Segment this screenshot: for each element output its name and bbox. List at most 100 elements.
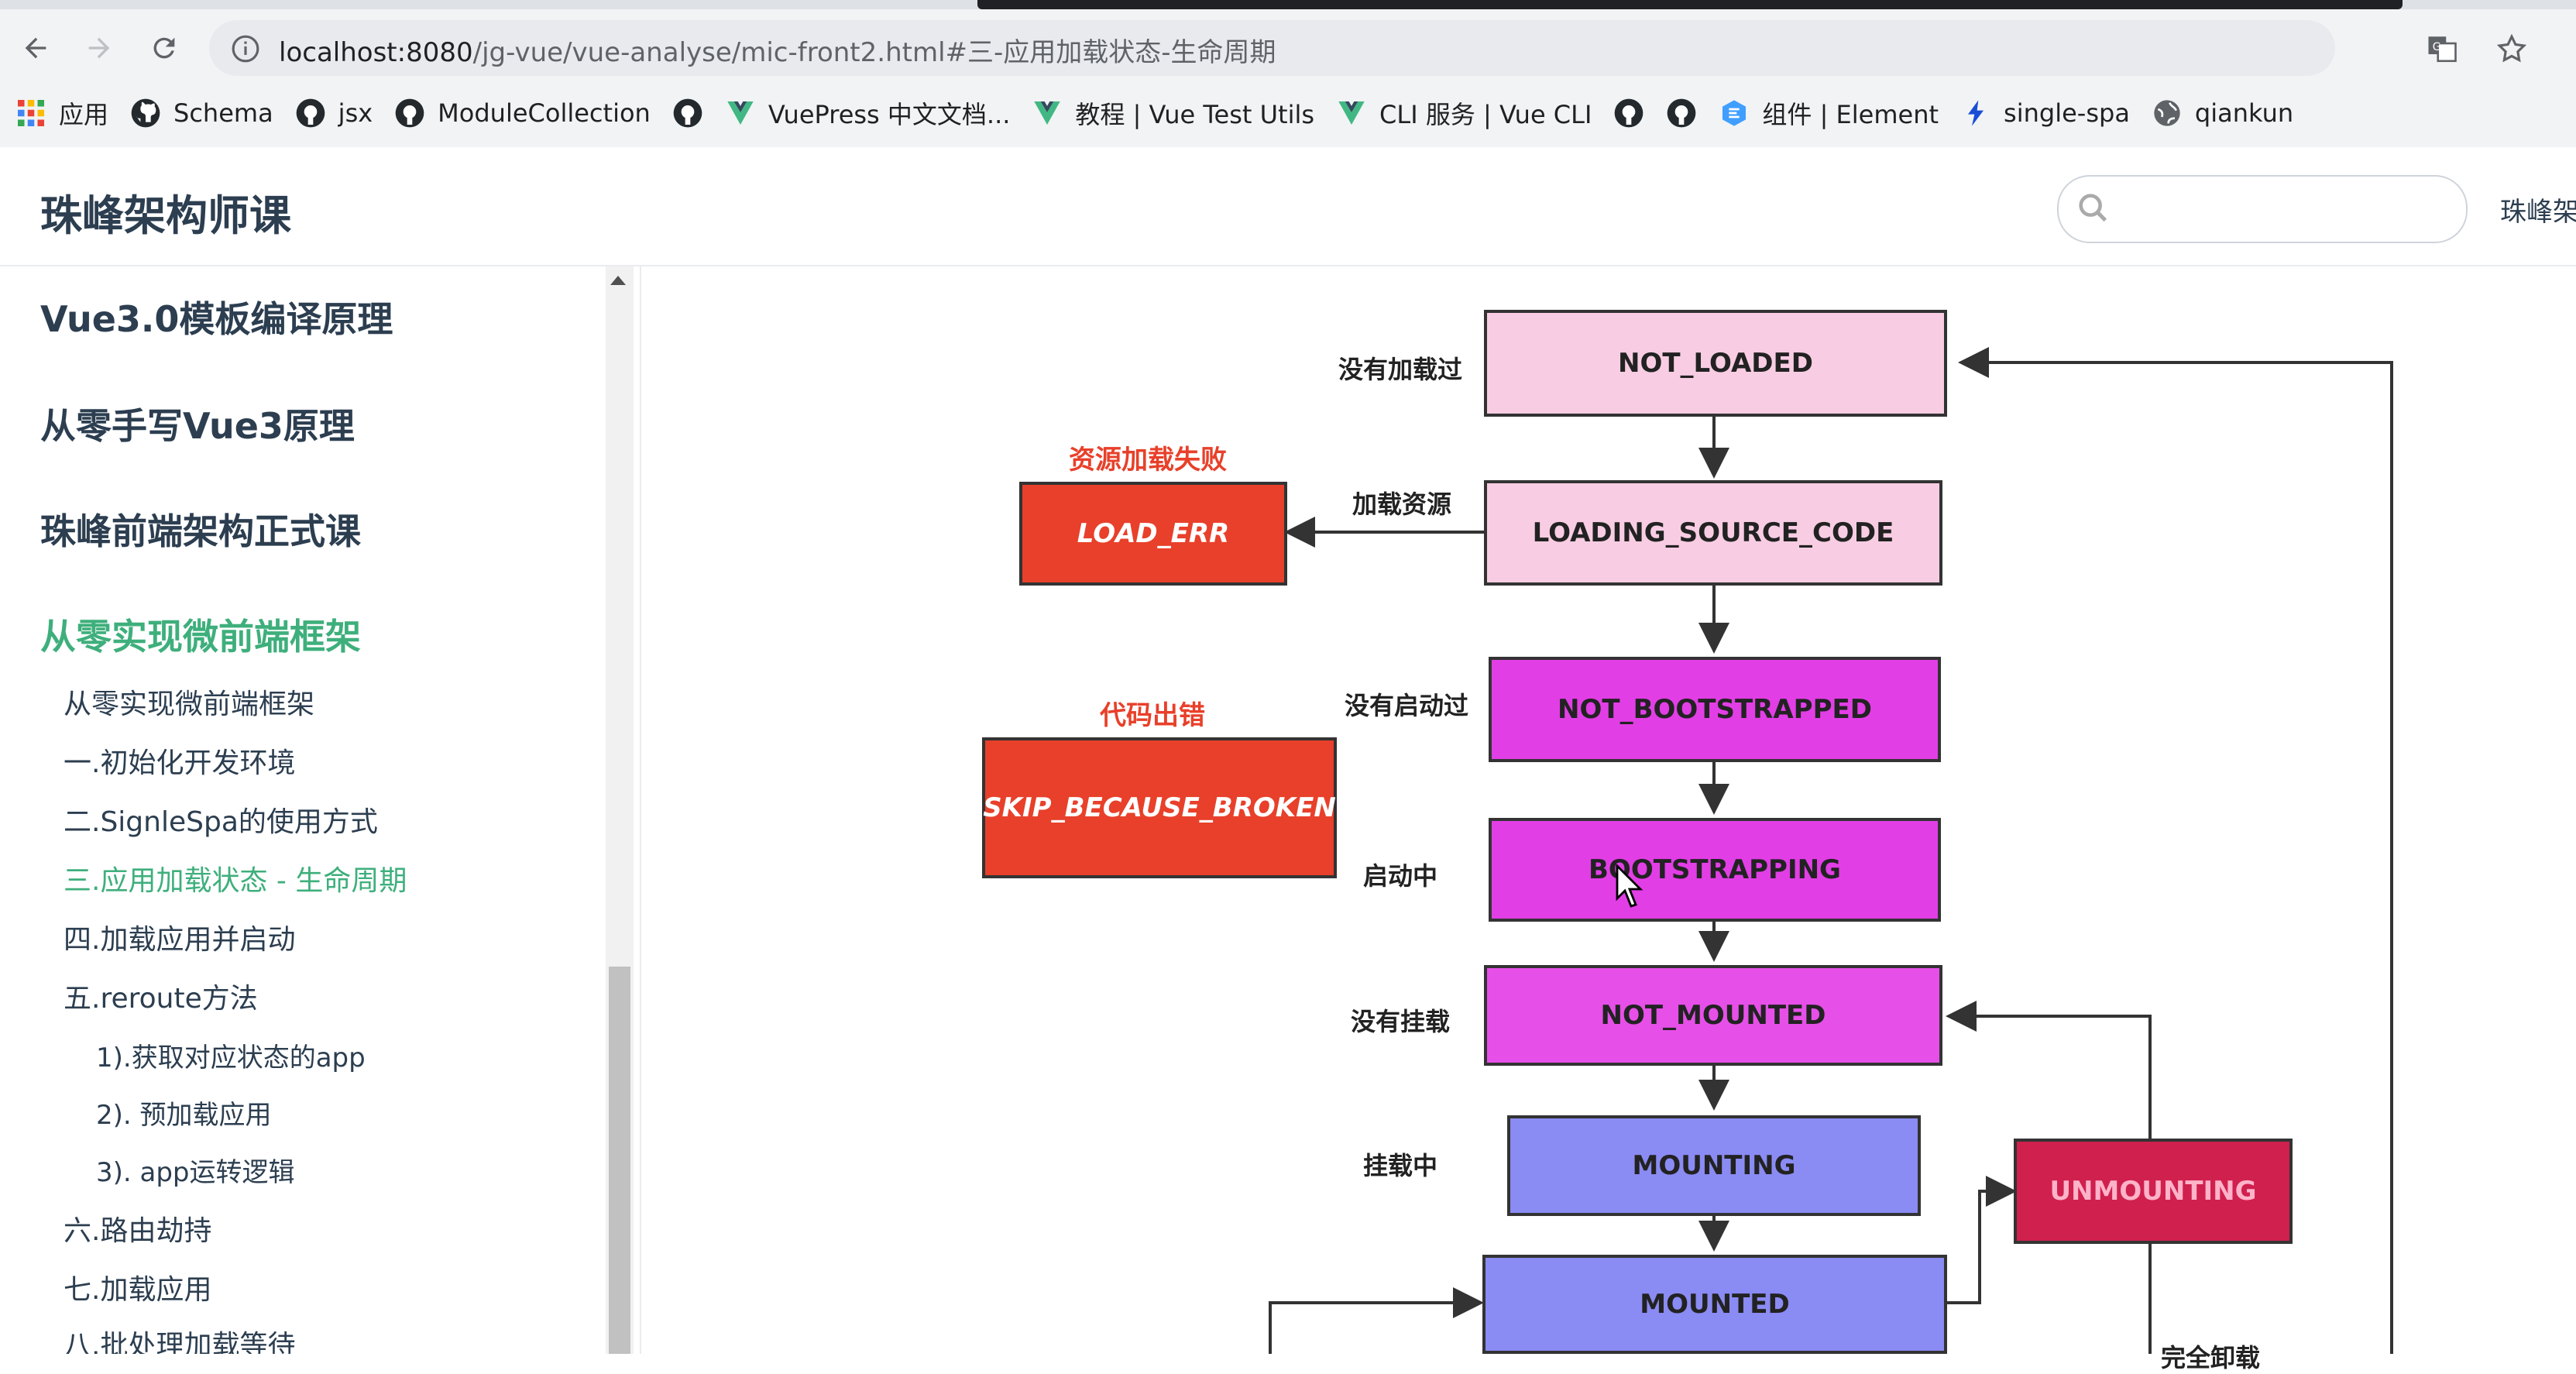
state-skip-because-broken: SKIP_BECAUSE_BROKEN — [982, 737, 1337, 878]
label-not-mounted: 没有挂载 — [1351, 1007, 1451, 1036]
bookmark-label: qiankun — [2194, 98, 2294, 128]
github-icon — [672, 98, 703, 129]
sidebar-item[interactable]: 七.加载应用 — [64, 1267, 211, 1307]
sidebar-group-frontend-arch[interactable]: 珠峰前端架构正式课 — [40, 503, 361, 555]
svg-text:G: G — [2433, 41, 2441, 53]
bookmark-vuepress[interactable]: VuePress 中文文档... — [725, 95, 1011, 131]
mouse-cursor-icon — [1616, 864, 1643, 908]
forward-button[interactable] — [77, 26, 121, 70]
bookmarks-bar: 应用 Schema jsx ModuleCollection VuePress … — [15, 90, 2293, 136]
state-bootstrapping: BOOTSTRAPPING — [1489, 818, 1941, 922]
state-loading-source-code: LOADING_SOURCE_CODE — [1484, 480, 1942, 586]
single-spa-icon — [1960, 98, 1991, 129]
arrow-unmounting-to-not-mounted — [1946, 1001, 2152, 1139]
state-mounting: MOUNTING — [1507, 1115, 1921, 1216]
bookmark-label: 组件 | Element — [1762, 100, 1939, 129]
arrow-right-icon — [88, 37, 110, 59]
bookmark-label: VuePress 中文文档... — [768, 100, 1011, 129]
bookmark-label: jsx — [338, 98, 373, 128]
sidebar-item[interactable]: 四.加载应用并启动 — [64, 917, 295, 957]
sidebar-item[interactable]: 五.reroute方法 — [64, 976, 258, 1016]
sidebar-item[interactable]: 八.批处理加载等待 — [64, 1323, 295, 1354]
globe-icon — [2152, 98, 2183, 129]
sidebar-subitem[interactable]: 3). app运转逻辑 — [96, 1151, 295, 1189]
reload-icon — [153, 37, 175, 59]
sidebar-item[interactable]: 六.路由劫持 — [64, 1208, 211, 1249]
address-bar[interactable]: localhost:8080/jg-vue/vue-analyse/mic-fr… — [209, 20, 2527, 76]
github-icon — [394, 98, 425, 129]
sidebar-item[interactable]: 从零实现微前端框架 — [64, 682, 314, 722]
label-unmount-partial: 完全卸载 — [2161, 1343, 2261, 1372]
bookmark-github-2[interactable] — [1613, 98, 1644, 129]
state-mounted: MOUNTED — [1482, 1255, 1947, 1354]
reload-button[interactable] — [143, 26, 186, 70]
bookmark-vue-test-utils[interactable]: 教程 | Vue Test Utils — [1032, 95, 1314, 131]
active-tab-edge[interactable] — [977, 0, 2403, 9]
translate-icon[interactable]: G — [2426, 33, 2458, 65]
sidebar-group-vue3-compile[interactable]: Vue3.0模板编译原理 — [40, 291, 393, 342]
apps-grid-icon — [15, 98, 46, 129]
search-icon — [2079, 194, 2107, 222]
arrow-mounted-to-unmounting — [1947, 1176, 2017, 1304]
site-header: 珠峰架构师课 珠峰架 — [0, 147, 2576, 266]
github-icon — [130, 98, 161, 129]
bookmark-apps[interactable]: 应用 — [15, 95, 108, 131]
label-mounting: 挂载中 — [1363, 1151, 1438, 1180]
github-icon — [295, 98, 326, 129]
sidebar-item-active[interactable]: 三.应用加载状态 - 生命周期 — [64, 858, 407, 898]
site-title[interactable]: 珠峰架构师课 — [40, 181, 291, 242]
sidebar-group-vue3-handwrite[interactable]: 从零手写Vue3原理 — [40, 398, 355, 449]
bookmark-label: Schema — [173, 98, 273, 128]
bookmark-github-3[interactable] — [1666, 98, 1697, 129]
label-not-bootstrapped: 没有启动过 — [1345, 691, 1469, 720]
url-path: /jg-vue/vue-analyse/mic-front2.html#三-应用… — [472, 37, 1276, 68]
sidebar-subitem[interactable]: 1).获取对应状态的app — [96, 1036, 366, 1074]
state-unmounting: UNMOUNTING — [2014, 1139, 2293, 1244]
bookmark-element[interactable]: 组件 | Element — [1719, 95, 1939, 131]
label-not-loaded: 没有加载过 — [1338, 355, 1463, 384]
vue-icon — [725, 98, 756, 129]
star-icon[interactable] — [2495, 33, 2528, 65]
label-loading: 加载资源 — [1352, 489, 1452, 519]
sidebar: Vue3.0模板编译原理 从零手写Vue3原理 珠峰前端架构正式课 从零实现微前… — [0, 266, 641, 1354]
back-button[interactable] — [14, 26, 57, 70]
bookmark-single-spa[interactable]: single-spa — [1960, 98, 2130, 129]
scroll-up-arrow-icon[interactable] — [610, 276, 626, 285]
element-icon — [1719, 98, 1750, 129]
nav-link[interactable]: 珠峰架 — [2500, 191, 2576, 228]
sidebar-subitem[interactable]: 2). 预加载应用 — [96, 1094, 272, 1132]
browser-chrome: localhost:8080/jg-vue/vue-analyse/mic-fr… — [0, 0, 2576, 147]
info-icon — [232, 35, 259, 63]
label-bootstrapping: 启动中 — [1363, 861, 1438, 891]
sidebar-item[interactable]: 二.SignleSpa的使用方式 — [64, 799, 378, 840]
bookmark-github[interactable] — [672, 98, 703, 129]
state-not-loaded: NOT_LOADED — [1484, 310, 1947, 417]
arrow-into-mounted — [1269, 1287, 1484, 1354]
lifecycle-diagram: NOT_LOADED 没有加载过 LOADING_SOURCE_CODE 加载资… — [641, 266, 2576, 1372]
label-broken: 代码出错 — [1100, 700, 1205, 731]
vue-icon — [1336, 98, 1367, 129]
bookmark-qiankun[interactable]: qiankun — [2152, 98, 2293, 129]
bookmark-vue-cli[interactable]: CLI 服务 | Vue CLI — [1336, 95, 1592, 131]
github-icon — [1666, 98, 1697, 129]
bookmark-schema[interactable]: Schema — [130, 98, 273, 129]
bookmark-label: 应用 — [59, 100, 109, 129]
bookmark-label: 教程 | Vue Test Utils — [1075, 100, 1315, 129]
search-input[interactable] — [2057, 175, 2468, 243]
bookmark-jsx[interactable]: jsx — [295, 98, 373, 129]
url-host: localhost:8080 — [279, 37, 473, 68]
bookmark-label: CLI 服务 | Vue CLI — [1379, 100, 1592, 129]
state-load-err: LOAD_ERR — [1019, 482, 1287, 586]
vue-icon — [1032, 98, 1063, 129]
url-text[interactable]: localhost:8080/jg-vue/vue-analyse/mic-fr… — [279, 31, 1276, 69]
sidebar-group-micro-frontend[interactable]: 从零实现微前端框架 — [40, 609, 361, 660]
bookmark-label: ModuleCollection — [438, 98, 651, 128]
sidebar-item[interactable]: 一.初始化开发环境 — [64, 740, 295, 781]
state-not-bootstrapped: NOT_BOOTSTRAPPED — [1489, 657, 1941, 762]
arrow-left-icon — [25, 37, 46, 59]
bookmark-modulecollection[interactable]: ModuleCollection — [394, 98, 651, 129]
github-icon — [1613, 98, 1644, 129]
bookmark-label: single-spa — [2004, 98, 2130, 128]
state-not-mounted: NOT_MOUNTED — [1484, 965, 1942, 1066]
sidebar-scroll-thumb[interactable] — [609, 967, 630, 1354]
